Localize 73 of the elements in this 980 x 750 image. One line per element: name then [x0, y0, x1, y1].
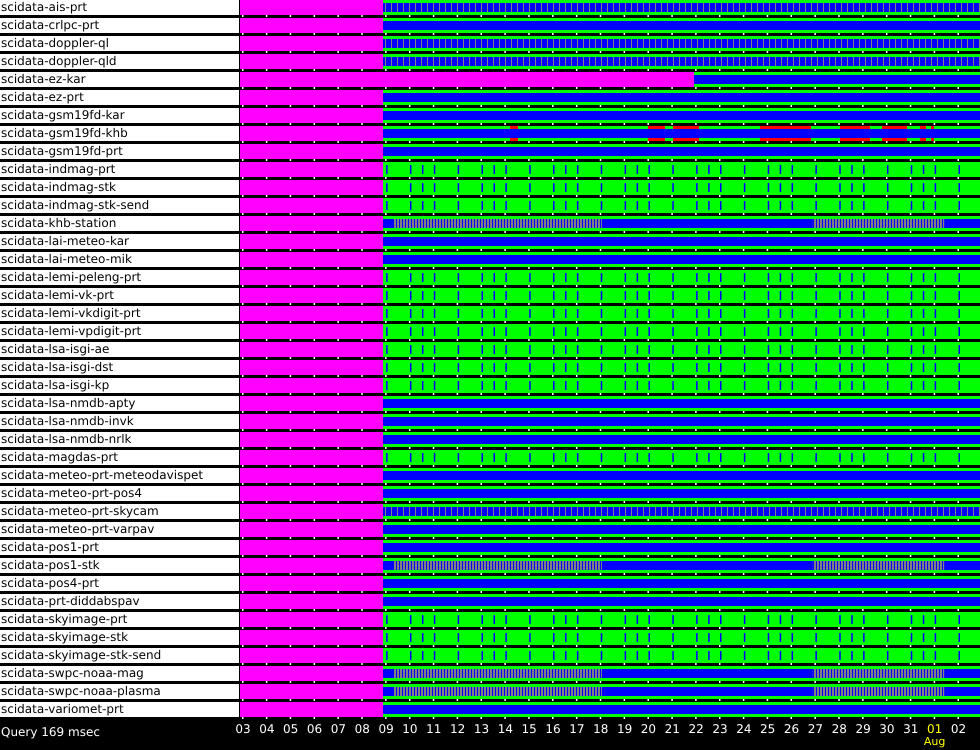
row-label: scidata-lsa-nmdb-apty [1, 396, 136, 411]
row-label: scidata-doppler-qld [1, 54, 117, 69]
day-label: 26 [784, 723, 800, 736]
day-label: 04 [259, 723, 274, 736]
row-label: scidata-swpc-noaa-mag [1, 666, 144, 681]
day-label: 01 [927, 723, 942, 736]
day-label: 02 [950, 723, 966, 736]
row-label: scidata-lemi-vpdigit-prt [1, 324, 142, 339]
row-label: scidata-lemi-peleng-prt [1, 270, 142, 285]
row-label: scidata-lai-meteo-mik [1, 252, 132, 267]
row-label: scidata-skyimage-prt [1, 612, 128, 627]
day-label: 29 [855, 723, 871, 736]
day-label: 31 [903, 723, 918, 736]
row-label: scidata-lsa-isgi-dst [1, 360, 114, 375]
day-label: 12 [450, 723, 466, 736]
row-label: scidata-lsa-nmdb-invk [1, 414, 134, 429]
day-label: 07 [330, 723, 346, 736]
query-time-status: Query 169 msec [1, 725, 100, 739]
row-label: scidata-skyimage-stk-send [1, 648, 162, 663]
row-label: scidata-gsm19fd-prt [1, 144, 123, 159]
day-label: 14 [498, 723, 513, 736]
row-label: scidata-pos1-prt [1, 540, 99, 555]
row-label: scidata-variomet-prt [1, 702, 124, 717]
row-label: scidata-pos1-stk [1, 558, 100, 573]
day-label: 11 [426, 723, 442, 736]
row-label: scidata-gsm19fd-kar [1, 108, 125, 123]
row-label: scidata-lsa-isgi-ae [1, 342, 110, 357]
row-label: scidata-lemi-vk-prt [1, 288, 114, 303]
row-label: scidata-doppler-ql [1, 36, 109, 51]
day-label: 27 [808, 723, 824, 736]
row-label: scidata-crlpc-prt [1, 18, 100, 33]
row-label: scidata-indmag-stk [1, 180, 116, 195]
day-label: 22 [688, 723, 704, 736]
day-label: 17 [569, 723, 585, 736]
row-label: scidata-meteo-prt-varpav [1, 522, 154, 537]
day-label: 08 [354, 723, 370, 736]
row-label: scidata-ais-prt [1, 0, 88, 15]
row-label: scidata-meteo-prt-pos4 [1, 486, 142, 501]
day-label: 15 [522, 723, 537, 736]
row-label: scidata-indmag-prt [1, 162, 116, 177]
day-label: 16 [545, 723, 561, 736]
row-label: scidata-lai-meteo-kar [1, 234, 129, 249]
row-label: scidata-skyimage-stk [1, 630, 128, 645]
day-label: 24 [736, 723, 752, 736]
day-label: 28 [832, 723, 847, 736]
day-label: 03 [235, 723, 251, 736]
row-label: scidata-lemi-vkdigit-prt [1, 306, 141, 321]
row-label: scidata-pos4-prt [1, 576, 99, 591]
row-label: scidata-lsa-nmdb-nrlk [1, 432, 132, 447]
day-label: 25 [760, 723, 776, 736]
day-label: 10 [402, 723, 418, 736]
day-label: 30 [879, 723, 895, 736]
day-label: 19 [616, 723, 632, 736]
row-label: scidata-magdas-prt [1, 450, 118, 465]
day-label: 20 [640, 723, 656, 736]
row-label: scidata-prt-diddabspav [1, 594, 140, 609]
row-label: scidata-ez-kar [1, 72, 86, 87]
day-label: 06 [306, 723, 322, 736]
row-label: scidata-ez-prt [1, 90, 84, 105]
row-label: scidata-lsa-isgi-kp [1, 378, 110, 393]
day-label: 21 [664, 723, 680, 736]
day-label: 05 [283, 723, 298, 736]
month-label: Aug [924, 736, 946, 748]
day-label: 23 [712, 723, 728, 736]
day-label: 09 [378, 723, 394, 736]
row-label: scidata-indmag-stk-send [1, 198, 150, 213]
row-label: scidata-meteo-prt-skycam [1, 504, 159, 519]
row-label: scidata-khb-station [1, 216, 116, 231]
day-label: 13 [474, 723, 490, 736]
row-label: scidata-swpc-noaa-plasma [1, 684, 161, 699]
day-label: 18 [593, 723, 608, 736]
row-label: scidata-gsm19fd-khb [1, 126, 128, 141]
row-label: scidata-meteo-prt-meteodavispet [1, 468, 204, 483]
